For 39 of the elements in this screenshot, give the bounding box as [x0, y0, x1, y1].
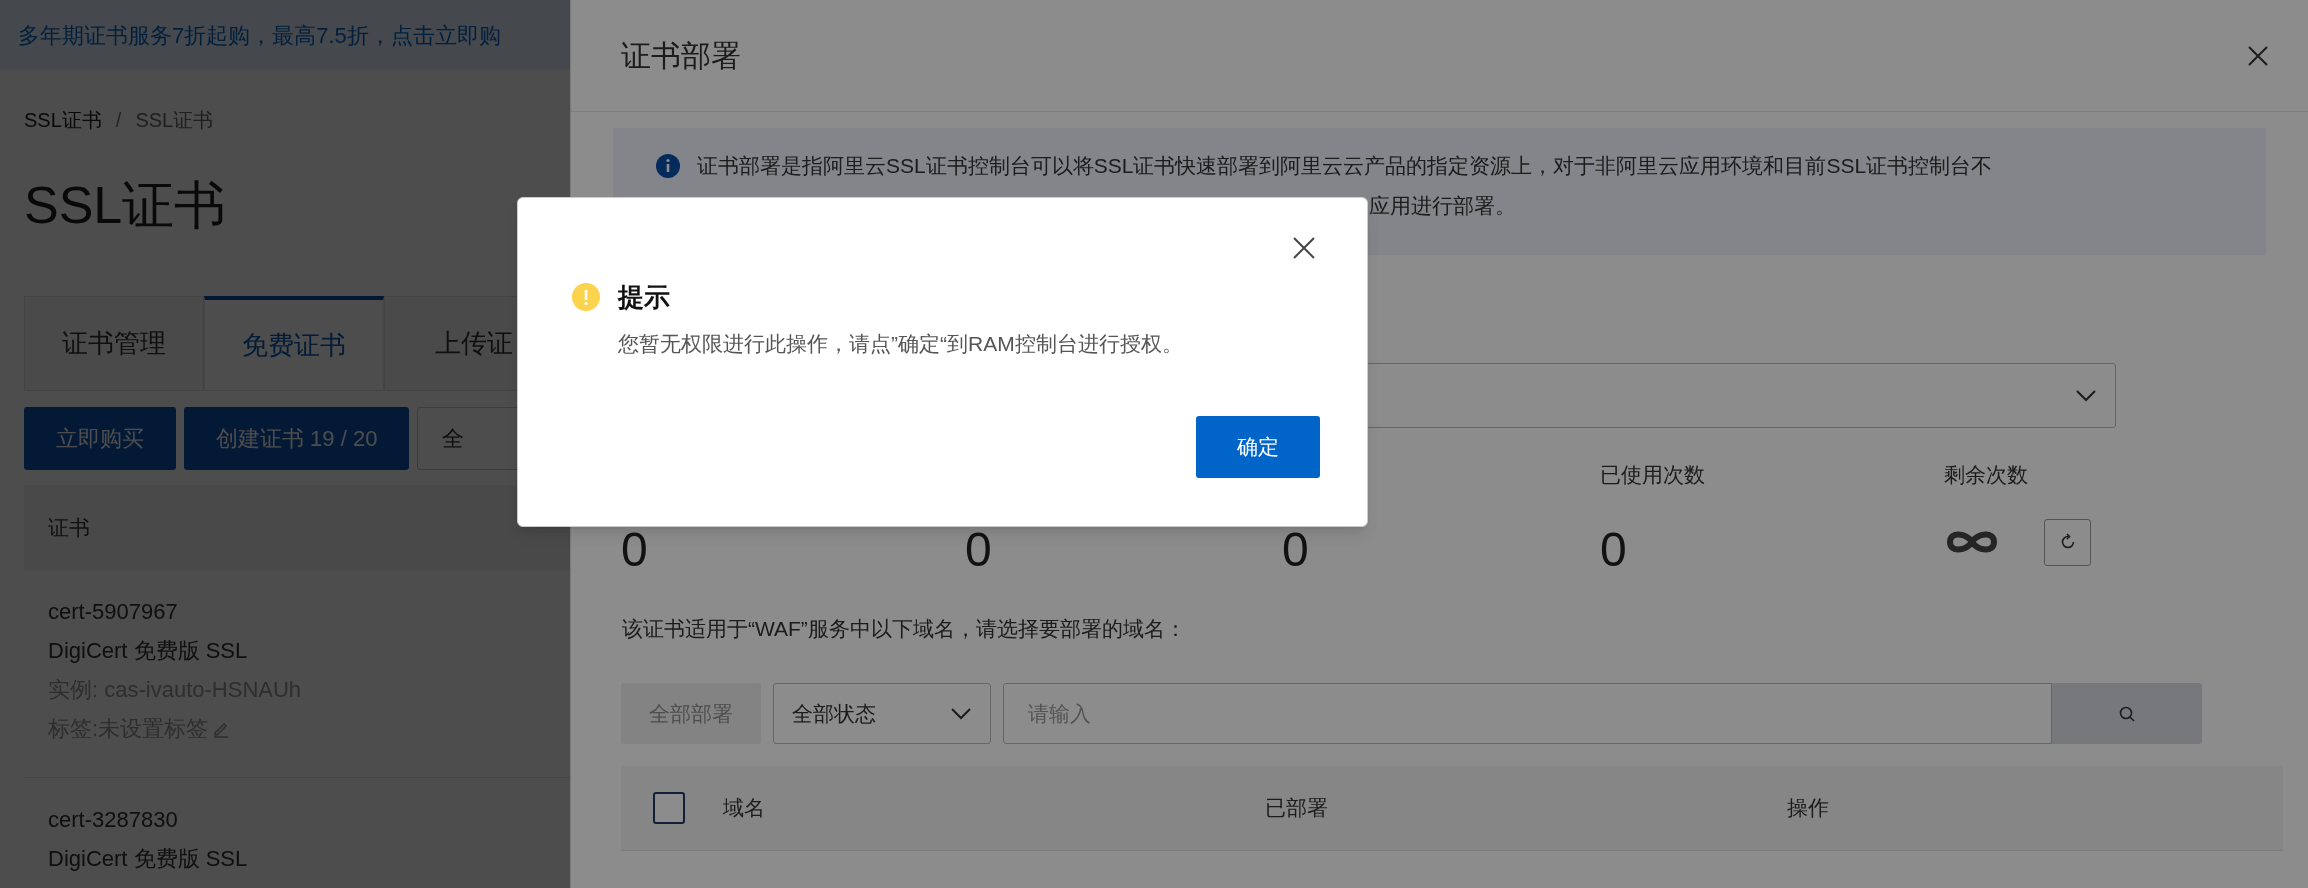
stat-label: 剩余次数 [1944, 462, 2029, 488]
dialog-title: 提示 [618, 281, 671, 314]
tab[interactable]: 免费证书 [204, 296, 384, 391]
column-header: 操作 [1787, 795, 1830, 822]
warning-icon [572, 283, 600, 311]
cert-product: DigiCert 免费版 SSL [48, 845, 249, 873]
confirm-button[interactable]: 确定 [1196, 416, 1320, 478]
stat-value: 0 [1282, 522, 1309, 578]
stat-label: 已使用次数 [1600, 462, 1706, 488]
column-header: 已部署 [1265, 795, 1329, 822]
search-icon [2118, 704, 2136, 723]
stat-value: 0 [621, 522, 648, 578]
cert-id[interactable]: cert-5907967 [48, 592, 570, 631]
search-field[interactable]: 请输入 [1003, 683, 2052, 744]
stat-value: 0 [965, 522, 992, 578]
stat-value: 0 [1600, 522, 1627, 578]
select-all-checkbox[interactable] [653, 792, 685, 824]
cert-id[interactable]: cert-3287830 [48, 800, 570, 839]
breadcrumb-separator: / [115, 108, 122, 133]
column-header: 域名 [723, 795, 766, 822]
breadcrumb-item[interactable]: SSL证书 [24, 105, 102, 135]
chevron-down-icon [2075, 388, 2097, 403]
cert-product: DigiCert 免费版 SSL [48, 637, 249, 665]
hint-text: 该证书适用于“WAF”服务中以下域名，请选择要部署的域名： [621, 616, 1187, 642]
page-title: SSL证书 [23, 175, 228, 236]
column-header: 证书 [48, 514, 90, 541]
infinity-icon [1944, 529, 2000, 555]
alert-text: 应用进行部署。 [1368, 193, 1517, 219]
alert-text: 证书部署是指阿里云SSL证书控制台可以将SSL证书快速部署到阿里云云产品的指定资源上，对于非阿里云应用环境和目前SSL证书控制台不 [697, 153, 1993, 179]
refresh-button[interactable] [2044, 518, 2091, 566]
dialog-message: 您暂无权限进行此操作，请点”确定“到RAM控制台进行授权。 [618, 331, 1183, 357]
status-select[interactable]: 全部状态 [773, 683, 991, 744]
action-button[interactable]: 创建证书 19 / 20 [184, 407, 410, 470]
drawer-title: 证书部署 [621, 38, 741, 74]
action-button[interactable]: 立即购买 [24, 407, 176, 470]
chevron-down-icon [950, 706, 972, 721]
banner-text: 多年期证书服务7折起购，最高7.5折，点击立即购 [18, 21, 501, 50]
info-icon [655, 153, 681, 179]
tab[interactable]: 证书管理 [24, 296, 204, 391]
